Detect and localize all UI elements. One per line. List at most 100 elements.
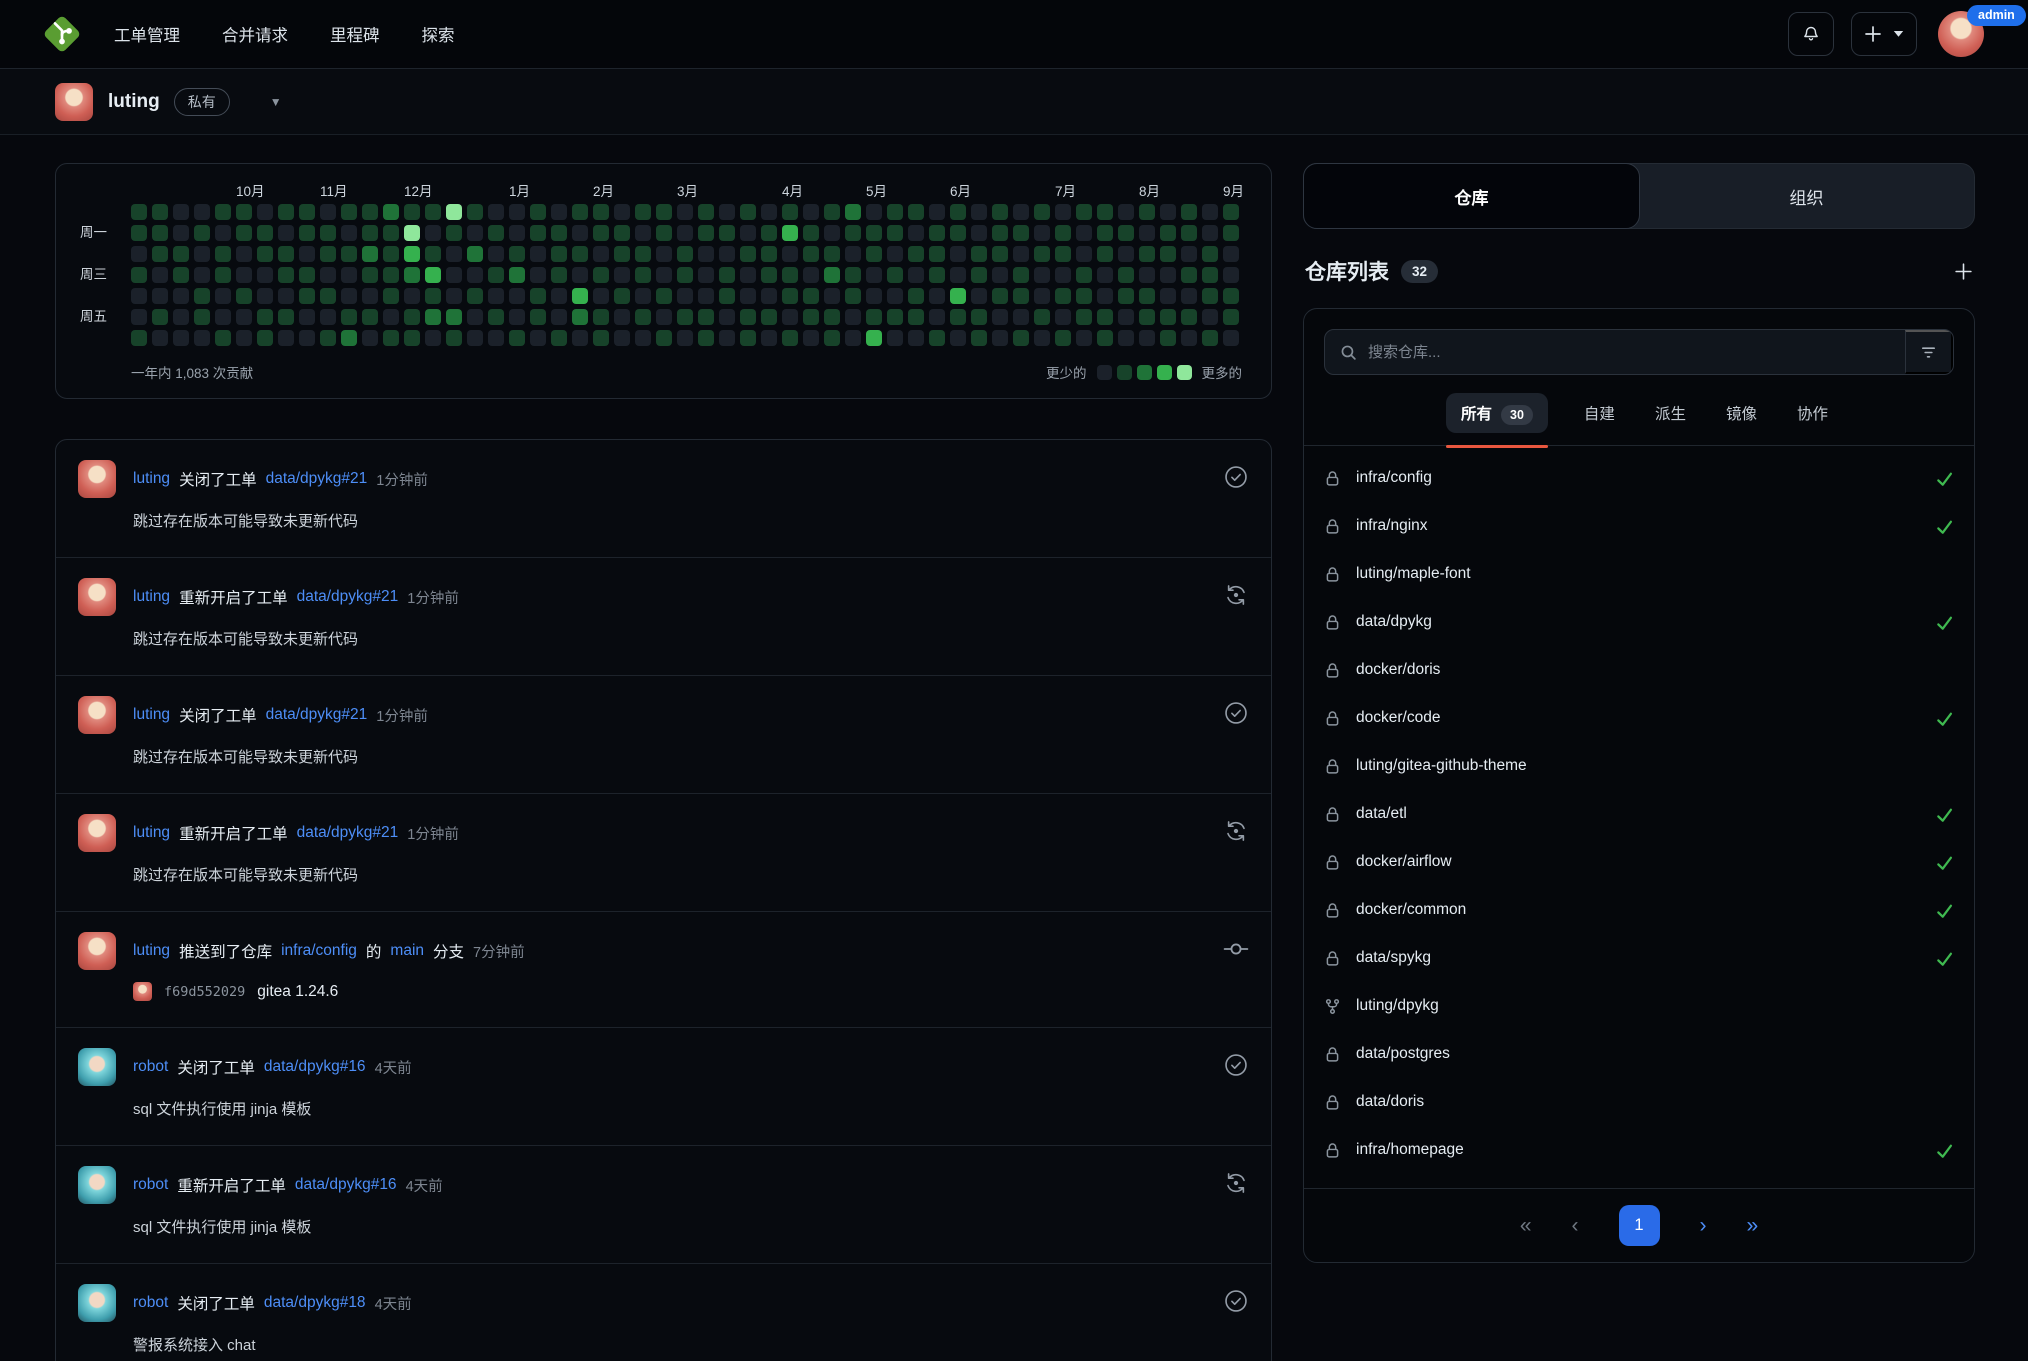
heatmap-cell[interactable] — [740, 309, 756, 325]
heatmap-cell[interactable] — [551, 267, 567, 283]
heatmap-cell[interactable] — [383, 267, 399, 283]
heatmap-cell[interactable] — [236, 225, 252, 241]
heatmap-cell[interactable] — [530, 288, 546, 304]
heatmap-cell[interactable] — [1013, 330, 1029, 346]
heatmap-cell[interactable] — [173, 288, 189, 304]
repo-row[interactable]: infra/config — [1324, 454, 1954, 502]
feed-target-link[interactable]: data/dpykg#21 — [297, 588, 399, 606]
heatmap-cell[interactable] — [656, 246, 672, 262]
heatmap-cell[interactable] — [1013, 225, 1029, 241]
heatmap-cell[interactable] — [635, 309, 651, 325]
gitea-logo-icon[interactable] — [40, 12, 84, 56]
heatmap-cell[interactable] — [1055, 204, 1071, 220]
repo-link[interactable]: data/doris — [1356, 1093, 1424, 1111]
heatmap-cell[interactable] — [1034, 204, 1050, 220]
heatmap-cell[interactable] — [1223, 288, 1239, 304]
heatmap-cell[interactable] — [131, 309, 147, 325]
heatmap-cell[interactable] — [152, 288, 168, 304]
heatmap-cell[interactable] — [383, 330, 399, 346]
heatmap-cell[interactable] — [173, 225, 189, 241]
heatmap-cell[interactable] — [425, 330, 441, 346]
heatmap-cell[interactable] — [1181, 246, 1197, 262]
heatmap-cell[interactable] — [404, 309, 420, 325]
heatmap-cell[interactable] — [467, 309, 483, 325]
heatmap-cell[interactable] — [446, 225, 462, 241]
heatmap-cell[interactable] — [278, 309, 294, 325]
repo-filter-0[interactable]: 所有30 — [1446, 393, 1548, 433]
heatmap-cell[interactable] — [845, 225, 861, 241]
feed-target-link[interactable]: data/dpykg#21 — [266, 470, 368, 488]
heatmap-cell[interactable] — [320, 246, 336, 262]
heatmap-cell[interactable] — [152, 246, 168, 262]
nav-item-3[interactable]: 探索 — [422, 22, 455, 46]
heatmap-cell[interactable] — [1076, 246, 1092, 262]
context-avatar[interactable] — [55, 83, 93, 121]
repo-row[interactable]: data/doris — [1324, 1078, 1954, 1126]
heatmap-cell[interactable] — [509, 267, 525, 283]
heatmap-cell[interactable] — [908, 288, 924, 304]
heatmap-cell[interactable] — [509, 204, 525, 220]
heatmap-cell[interactable] — [236, 204, 252, 220]
heatmap-cell[interactable] — [719, 267, 735, 283]
heatmap-cell[interactable] — [1076, 204, 1092, 220]
heatmap-cell[interactable] — [698, 288, 714, 304]
avatar[interactable] — [78, 578, 116, 616]
heatmap-cell[interactable] — [992, 288, 1008, 304]
avatar[interactable] — [78, 1048, 116, 1086]
heatmap-cell[interactable] — [908, 204, 924, 220]
heatmap-cell[interactable] — [1055, 246, 1071, 262]
repo-link[interactable]: infra/homepage — [1356, 1141, 1464, 1159]
heatmap-cell[interactable] — [1160, 204, 1176, 220]
heatmap-cell[interactable] — [341, 309, 357, 325]
heatmap-cell[interactable] — [782, 246, 798, 262]
repo-filter-1[interactable]: 自建 — [1580, 393, 1619, 433]
heatmap-cell[interactable] — [845, 309, 861, 325]
heatmap-cell[interactable] — [614, 309, 630, 325]
heatmap-cell[interactable] — [803, 288, 819, 304]
heatmap-cell[interactable] — [131, 246, 147, 262]
heatmap-cell[interactable] — [299, 204, 315, 220]
heatmap-cell[interactable] — [1118, 246, 1134, 262]
heatmap-cell[interactable] — [824, 267, 840, 283]
heatmap-cell[interactable] — [509, 330, 525, 346]
heatmap-cell[interactable] — [845, 267, 861, 283]
heatmap-cell[interactable] — [467, 225, 483, 241]
heatmap-cell[interactable] — [194, 204, 210, 220]
heatmap-cell[interactable] — [425, 246, 441, 262]
heatmap-cell[interactable] — [131, 225, 147, 241]
heatmap-cell[interactable] — [803, 267, 819, 283]
heatmap-cell[interactable] — [635, 288, 651, 304]
heatmap-cell[interactable] — [950, 309, 966, 325]
avatar[interactable] — [78, 1284, 116, 1322]
heatmap-cell[interactable] — [572, 330, 588, 346]
heatmap-cell[interactable] — [362, 204, 378, 220]
repo-search-input[interactable] — [1368, 344, 1890, 361]
heatmap-cell[interactable] — [929, 267, 945, 283]
heatmap-cell[interactable] — [1202, 246, 1218, 262]
heatmap-cell[interactable] — [824, 330, 840, 346]
heatmap-cell[interactable] — [194, 246, 210, 262]
heatmap-cell[interactable] — [782, 204, 798, 220]
heatmap-cell[interactable] — [698, 309, 714, 325]
heatmap-cell[interactable] — [908, 246, 924, 262]
heatmap-cell[interactable] — [1181, 330, 1197, 346]
heatmap-cell[interactable] — [866, 225, 882, 241]
heatmap-cell[interactable] — [1139, 309, 1155, 325]
heatmap-cell[interactable] — [509, 246, 525, 262]
heatmap-cell[interactable] — [929, 309, 945, 325]
heatmap-cell[interactable] — [488, 288, 504, 304]
heatmap-cell[interactable] — [509, 225, 525, 241]
heatmap-cell[interactable] — [404, 204, 420, 220]
heatmap-cell[interactable] — [1202, 309, 1218, 325]
heatmap-cell[interactable] — [887, 267, 903, 283]
heatmap-cell[interactable] — [299, 267, 315, 283]
heatmap-cell[interactable] — [677, 225, 693, 241]
heatmap-cell[interactable] — [1223, 309, 1239, 325]
heatmap-cell[interactable] — [173, 204, 189, 220]
heatmap-cell[interactable] — [593, 246, 609, 262]
feed-user-link[interactable]: luting — [133, 470, 170, 488]
heatmap-cell[interactable] — [593, 330, 609, 346]
pagination-page-1[interactable]: 1 — [1619, 1205, 1660, 1246]
heatmap-cell[interactable] — [677, 288, 693, 304]
heatmap-cell[interactable] — [635, 246, 651, 262]
